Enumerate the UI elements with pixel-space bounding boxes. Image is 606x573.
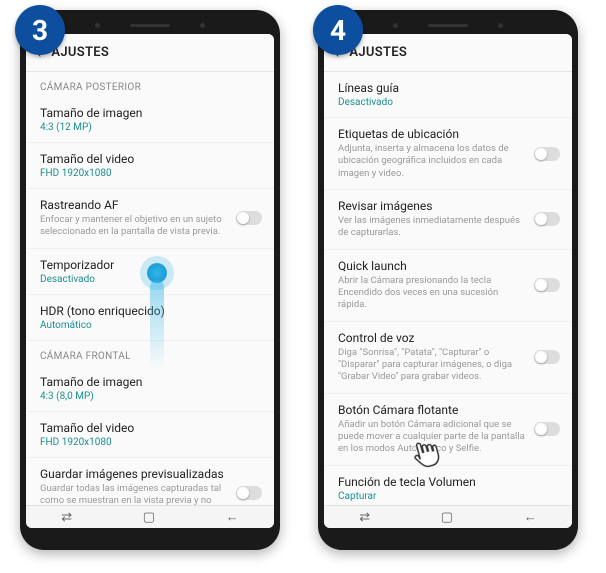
- setting-value: Capturar: [338, 491, 558, 502]
- setting-video-size[interactable]: Tamaño del video FHD 1920x1080: [26, 143, 274, 189]
- step-badge-4: 4: [313, 5, 363, 55]
- setting-title: Quick launch: [338, 259, 558, 273]
- setting-title: Líneas guía: [338, 81, 558, 95]
- setting-floating-button[interactable]: Botón Cámara flotante Añadir un botón Cá…: [324, 394, 572, 466]
- setting-value: Automático: [40, 320, 260, 331]
- setting-volume-key-function[interactable]: Función de tecla Volumen Capturar: [324, 466, 572, 505]
- android-nav-bar: ⇄ ▢ ←: [324, 505, 572, 528]
- toggle-switch[interactable]: [534, 350, 560, 364]
- header-title: AJUSTES: [51, 45, 109, 60]
- setting-title: Tamaño del video: [40, 421, 260, 435]
- step-badge-3: 3: [15, 5, 65, 55]
- phone-screen: ‹ AJUSTES CÁMARA POSTERIOR Tamaño de ima…: [26, 34, 274, 528]
- phone-frame: ‹ AJUSTES CÁMARA POSTERIOR Tamaño de ima…: [20, 10, 280, 550]
- setting-value: FHD 1920x1080: [40, 437, 260, 448]
- setting-desc: Diga "Sonrisa", "Patata", "Capturar" o "…: [338, 347, 558, 384]
- setting-desc: Guardar todas las imágenes capturadas ta…: [40, 483, 260, 505]
- setting-quick-launch[interactable]: Quick launch Abrir la Cámara presionando…: [324, 250, 572, 322]
- setting-value: 4:3 (12 MP): [40, 122, 260, 133]
- phone-frame: ‹ AJUSTES Líneas guía Desactivado Etique…: [318, 10, 578, 550]
- setting-desc: Abrir la Cámara presionando la tecla Enc…: [338, 275, 558, 312]
- section-front-camera: CÁMARA FRONTAL: [26, 341, 274, 366]
- setting-value: Desactivado: [338, 97, 558, 108]
- toggle-switch[interactable]: [534, 212, 560, 226]
- setting-value: Desactivado: [40, 274, 260, 285]
- setting-title: Tamaño de imagen: [40, 375, 260, 389]
- setting-title: Tamaño de imagen: [40, 106, 260, 120]
- setting-title: HDR (tono enriquecido): [40, 304, 260, 318]
- home-icon[interactable]: ▢: [441, 510, 453, 525]
- setting-title: Tamaño del video: [40, 152, 260, 166]
- setting-grid-lines[interactable]: Líneas guía Desactivado: [324, 72, 572, 118]
- setting-location-tags[interactable]: Etiquetas de ubicación Adjunta, inserta …: [324, 118, 572, 190]
- settings-list[interactable]: CÁMARA POSTERIOR Tamaño de imagen 4:3 (1…: [26, 72, 274, 505]
- back-nav-icon[interactable]: ←: [226, 509, 239, 525]
- setting-review-images[interactable]: Revisar imágenes Ver las imágenes inmedi…: [324, 190, 572, 250]
- section-rear-camera: CÁMARA POSTERIOR: [26, 72, 274, 97]
- setting-value: FHD 1920x1080: [40, 168, 260, 179]
- toggle-switch[interactable]: [534, 422, 560, 436]
- setting-front-image-size[interactable]: Tamaño de imagen 4:3 (8,0 MP): [26, 366, 274, 412]
- back-nav-icon[interactable]: ←: [524, 509, 537, 525]
- toggle-switch[interactable]: [534, 278, 560, 292]
- android-nav-bar: ⇄ ▢ ←: [26, 505, 274, 528]
- setting-title: Botón Cámara flotante: [338, 403, 558, 417]
- settings-header: ‹ AJUSTES: [26, 34, 274, 72]
- phone-screen: ‹ AJUSTES Líneas guía Desactivado Etique…: [324, 34, 572, 528]
- setting-desc: Adjunta, inserta y almacena los datos de…: [338, 143, 558, 180]
- recents-icon[interactable]: ⇄: [61, 510, 72, 525]
- setting-title: Etiquetas de ubicación: [338, 127, 558, 141]
- setting-title: Temporizador: [40, 258, 260, 272]
- settings-list[interactable]: Líneas guía Desactivado Etiquetas de ubi…: [324, 72, 572, 505]
- setting-tracking-af[interactable]: Rastreando AF Enfocar y mantener el obje…: [26, 189, 274, 249]
- header-title: AJUSTES: [349, 45, 407, 60]
- recents-icon[interactable]: ⇄: [359, 510, 370, 525]
- setting-hdr[interactable]: HDR (tono enriquecido) Automático: [26, 295, 274, 341]
- setting-title: Función de tecla Volumen: [338, 475, 558, 489]
- setting-save-preview[interactable]: Guardar imágenes previsualizadas Guardar…: [26, 458, 274, 505]
- setting-image-size[interactable]: Tamaño de imagen 4:3 (12 MP): [26, 97, 274, 143]
- setting-title: Control de voz: [338, 331, 558, 345]
- setting-front-video-size[interactable]: Tamaño del video FHD 1920x1080: [26, 412, 274, 458]
- setting-title: Guardar imágenes previsualizadas: [40, 467, 260, 481]
- setting-value: 4:3 (8,0 MP): [40, 391, 260, 402]
- home-icon[interactable]: ▢: [143, 510, 155, 525]
- setting-timer[interactable]: Temporizador Desactivado: [26, 249, 274, 295]
- setting-desc: Añadir un botón Cámara adicional que se …: [338, 419, 558, 456]
- setting-voice-control[interactable]: Control de voz Diga "Sonrisa", "Patata",…: [324, 322, 572, 394]
- toggle-switch[interactable]: [236, 211, 262, 225]
- settings-header: ‹ AJUSTES: [324, 34, 572, 72]
- setting-title: Rastreando AF: [40, 198, 260, 212]
- setting-desc: Ver las imágenes inmediatamente después …: [338, 215, 558, 240]
- setting-title: Revisar imágenes: [338, 199, 558, 213]
- toggle-switch[interactable]: [534, 147, 560, 161]
- toggle-switch[interactable]: [236, 486, 262, 500]
- setting-desc: Enfocar y mantener el objetivo en un suj…: [40, 214, 260, 239]
